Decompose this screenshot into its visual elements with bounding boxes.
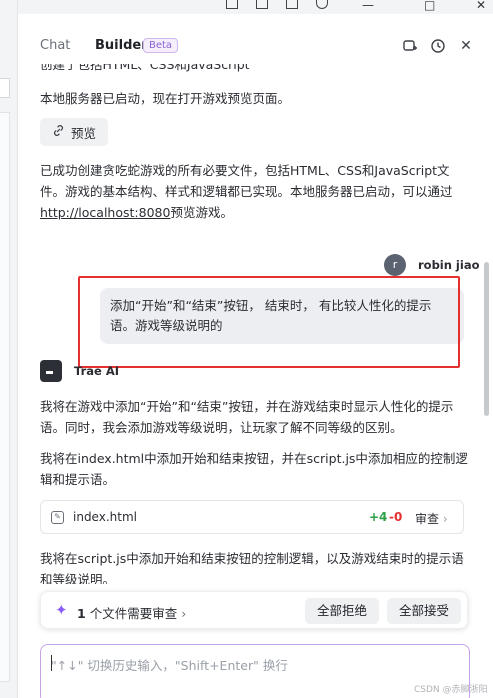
edit-file-icon: ✎ xyxy=(51,511,64,524)
server-started-message: 本地服务器已启动，现在打开游戏预览页面。 xyxy=(40,91,291,106)
file-change-card[interactable]: ✎ index.html +4 -0 审查 › xyxy=(40,500,464,534)
truncated-message-line: 创建了包括HTML、CSS和JavaScript xyxy=(40,64,250,72)
new-chat-icon[interactable] xyxy=(402,38,418,54)
user-name: robin jiao xyxy=(418,258,480,272)
chat-scrollbar[interactable] xyxy=(484,262,489,416)
file-name: index.html xyxy=(73,510,137,524)
beta-badge: Beta xyxy=(143,38,179,53)
tab-builder[interactable]: Builder xyxy=(95,38,148,53)
preview-button[interactable]: 预览 xyxy=(40,118,109,146)
pending-file-count: 1 xyxy=(77,606,86,621)
summary-text: 已成功创建贪吃蛇游戏的所有必要文件，包括HTML、CSS和JavaScript文… xyxy=(40,163,453,199)
review-file-button[interactable]: 审查 › xyxy=(415,510,448,527)
layout-bottom-icon[interactable] xyxy=(256,0,268,9)
link-icon xyxy=(52,124,65,140)
panel-header: Chat Builder Beta ✕ xyxy=(18,28,493,64)
chat-input-placeholder: "↑↓" 切换历史输入，"Shift+Enter" 换行 xyxy=(51,658,288,673)
summary-text-end: 预览游戏。 xyxy=(170,205,233,220)
chevron-right-icon: › xyxy=(181,606,187,621)
chat-input-box[interactable]: "↑↓" 切换历史输入，"Shift+Enter" 换行 xyxy=(40,644,470,698)
tab-chat[interactable]: Chat xyxy=(40,38,70,53)
reject-all-button[interactable]: 全部拒绝 xyxy=(305,598,379,624)
preview-label: 预览 xyxy=(71,125,97,141)
localhost-link[interactable]: http://localhost:8080 xyxy=(40,205,170,220)
accept-all-button[interactable]: 全部接受 xyxy=(387,598,461,624)
review-label: 审查 xyxy=(415,512,440,526)
ai-name: Trae AI xyxy=(74,364,119,378)
user-avatar: r xyxy=(384,254,406,276)
sparkle-icon: ✦ xyxy=(55,601,68,619)
pending-review-bar: ✦ 1 个文件需要审查 › 全部拒绝 全部接受 xyxy=(40,591,468,629)
close-panel-icon[interactable]: ✕ xyxy=(458,38,474,54)
pending-review-toggle[interactable]: 1 个文件需要审查 › xyxy=(77,603,186,622)
chat-scroll-area[interactable]: 创建了包括HTML、CSS和JavaScript 本地服务器已启动，现在打开游戏… xyxy=(18,64,483,584)
lines-added: +4 xyxy=(369,510,388,524)
editor-tab-stub[interactable] xyxy=(0,78,10,98)
highlight-annotation-box xyxy=(78,276,460,368)
layout-left-icon[interactable] xyxy=(226,0,238,9)
pending-review-text: 个文件需要审查 xyxy=(89,606,178,621)
ai-message-3: 我将在script.js中添加开始和结束按钮的控制逻辑，以及游戏结束时的提示语和… xyxy=(40,551,464,584)
ai-message-1: 我将在游戏中添加“开始”和“结束”按钮，并在游戏结束时显示人性化的提示语。同时，… xyxy=(40,399,454,435)
editor-pane-stub xyxy=(0,112,10,682)
maximize-icon[interactable]: □ xyxy=(424,0,435,12)
minimize-icon[interactable]: — xyxy=(362,0,374,12)
editor-side-strip xyxy=(0,0,18,698)
lines-removed: -0 xyxy=(389,510,403,524)
layout-right-icon[interactable] xyxy=(286,0,298,9)
chevron-right-icon: › xyxy=(442,512,448,526)
account-icon[interactable] xyxy=(316,0,328,9)
watermark: CSDN @赤脚浙阳 xyxy=(414,685,488,695)
window-titlebar: — □ ✕ xyxy=(18,0,493,14)
ai-message-2: 我将在index.html中添加开始和结束按钮，并在script.js中添加相应… xyxy=(40,451,468,487)
summary-message: 已成功创建贪吃蛇游戏的所有必要文件，包括HTML、CSS和JavaScript文… xyxy=(40,160,470,223)
ai-avatar-icon xyxy=(40,360,62,382)
window-close-icon[interactable]: ✕ xyxy=(476,0,486,12)
history-icon[interactable] xyxy=(430,38,446,54)
